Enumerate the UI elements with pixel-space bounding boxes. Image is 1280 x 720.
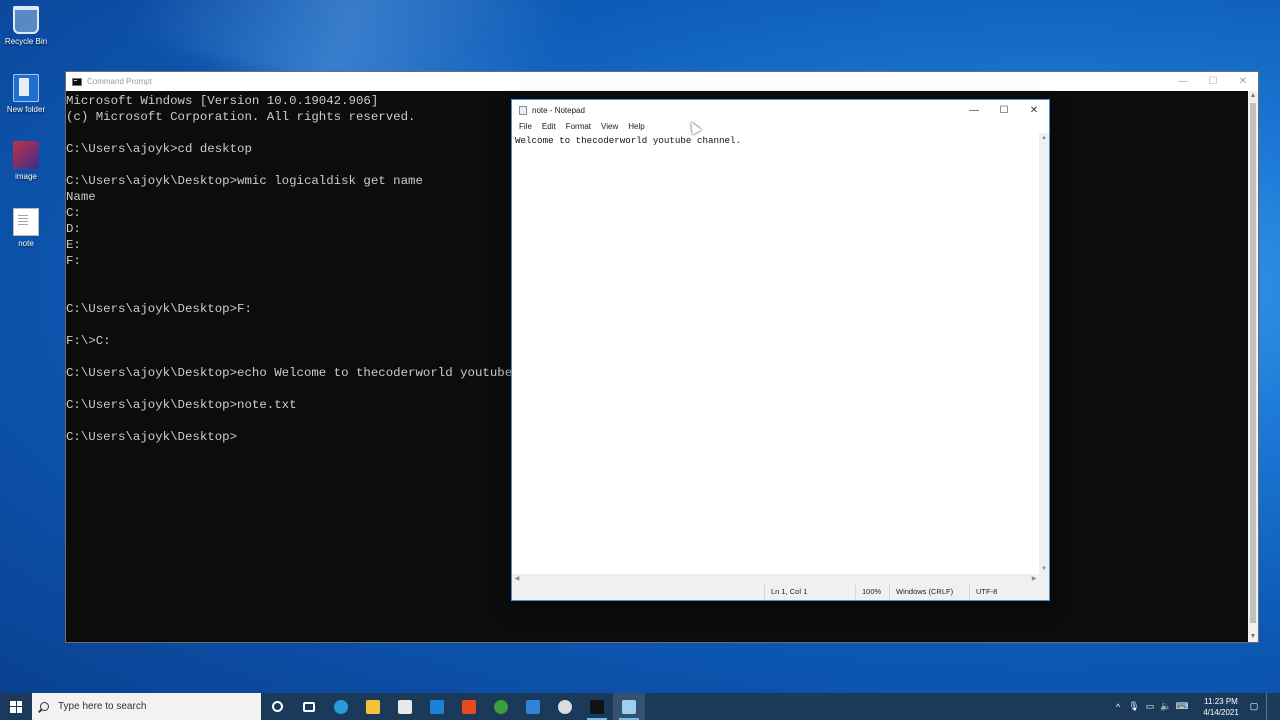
scroll-right-arrow-icon[interactable]: ▶	[1029, 574, 1039, 584]
taskbar-file-explorer-button[interactable]	[357, 693, 389, 720]
notepad-window[interactable]: note - Notepad — ☐ ✕ File Edit Format Vi…	[511, 99, 1050, 601]
scroll-left-arrow-icon[interactable]: ◀	[512, 574, 522, 584]
store-icon	[398, 699, 412, 714]
desktop-icon-label: image	[15, 172, 37, 181]
status-cursor-position: Ln 1, Col 1	[764, 584, 854, 600]
taskbar-notepad-button[interactable]	[613, 693, 645, 720]
menu-view[interactable]: View	[596, 120, 623, 133]
menu-format[interactable]: Format	[561, 120, 596, 133]
keyboard-icon[interactable]: ⌨	[1174, 701, 1190, 712]
show-desktop-button[interactable]	[1266, 693, 1280, 720]
system-tray: ^ 🎙 ▭ 🔈 ⌨ 11:23 PM 4/14/2021 ▢	[1110, 693, 1280, 720]
scroll-up-arrow-icon[interactable]: ▲	[1039, 133, 1049, 143]
status-line-ending: Windows (CRLF)	[889, 584, 969, 600]
scrollbar-corner	[1039, 574, 1049, 584]
cmd-titlebar[interactable]: Command Prompt — ☐ ✕	[66, 72, 1258, 91]
start-button[interactable]	[0, 693, 32, 720]
minimize-button[interactable]: —	[1168, 72, 1198, 91]
status-encoding: UTF-8	[969, 584, 1049, 600]
search-placeholder: Type here to search	[58, 701, 147, 712]
scroll-down-arrow-icon[interactable]: ▼	[1039, 564, 1049, 574]
clock-date: 4/14/2021	[1203, 707, 1239, 717]
desktop-icon-label: note	[18, 239, 34, 248]
cortana-icon	[271, 701, 283, 712]
notepad-horizontal-scrollbar[interactable]: ◀ ▶	[512, 574, 1039, 584]
taskbar-search-box[interactable]: Type here to search	[32, 693, 261, 720]
taskbar-chrome-button[interactable]	[485, 693, 517, 720]
recycle-bin-icon	[13, 6, 39, 34]
taskbar-office-button[interactable]	[453, 693, 485, 720]
menu-help[interactable]: Help	[623, 120, 649, 133]
taskbar-edge-button[interactable]	[325, 693, 357, 720]
status-zoom: 100%	[855, 584, 889, 600]
minimize-button[interactable]: —	[959, 100, 989, 120]
scroll-down-arrow-icon[interactable]: ▼	[1248, 632, 1258, 642]
scroll-thumb[interactable]	[1250, 103, 1256, 623]
desktop-icon-new-folder[interactable]: New folder	[4, 74, 48, 115]
taskbar-cortana-button[interactable]	[261, 693, 293, 720]
notepad-titlebar[interactable]: note - Notepad — ☐ ✕	[512, 100, 1049, 120]
desktop-icon-image[interactable]: image	[4, 141, 48, 182]
chrome-icon	[494, 699, 508, 714]
desktop-icon-label: Recycle Bin	[4, 37, 48, 46]
image-file-icon	[13, 141, 39, 169]
clock-time: 11:23 PM	[1204, 696, 1238, 706]
cmd-scrollbar[interactable]: ▲ ▼	[1248, 91, 1258, 642]
taskbar-clock[interactable]: 11:23 PM 4/14/2021	[1196, 696, 1246, 718]
chevron-up-icon[interactable]: ^	[1110, 702, 1126, 712]
desktop-icon-recycle-bin[interactable]: Recycle Bin	[4, 6, 48, 47]
mail-icon	[430, 699, 444, 714]
cmd-icon	[590, 699, 604, 714]
network-icon[interactable]: ▭	[1142, 701, 1158, 712]
taskbar-obs-button[interactable]	[549, 693, 581, 720]
desktop-icon-note[interactable]: note	[4, 208, 48, 249]
desktop-icon-label: New folder	[6, 105, 46, 114]
close-button[interactable]: ✕	[1019, 100, 1049, 120]
edge-icon	[334, 699, 348, 714]
notepad-title: note - Notepad	[532, 105, 585, 115]
taskbar-task-view-button[interactable]	[293, 693, 325, 720]
close-button[interactable]: ✕	[1228, 72, 1258, 91]
taskbar-store-button[interactable]	[389, 693, 421, 720]
cmd-app-icon	[72, 77, 82, 86]
cmd-title: Command Prompt	[87, 77, 152, 86]
maximize-button[interactable]: ☐	[1198, 72, 1228, 91]
volume-icon[interactable]: 🔈	[1158, 701, 1174, 712]
notepad-icon	[622, 699, 636, 714]
whiteboard-icon	[526, 699, 540, 714]
windows-logo-icon	[10, 700, 22, 713]
file-explorer-icon	[366, 699, 380, 714]
text-file-icon	[13, 208, 39, 236]
office-icon	[462, 699, 476, 714]
search-icon	[40, 702, 49, 711]
notepad-status-bar: Ln 1, Col 1 100% Windows (CRLF) UTF-8	[512, 584, 1049, 600]
notepad-app-icon	[519, 105, 527, 115]
notepad-vertical-scrollbar[interactable]: ▲ ▼	[1039, 133, 1049, 574]
microphone-icon[interactable]: 🎙	[1126, 701, 1142, 712]
task-view-icon	[303, 701, 315, 712]
taskbar-mail-button[interactable]	[421, 693, 453, 720]
taskbar-whiteboard-button[interactable]	[517, 693, 549, 720]
maximize-button[interactable]: ☐	[989, 100, 1019, 120]
taskbar-cmd-button[interactable]	[581, 693, 613, 720]
folder-icon	[13, 74, 39, 102]
scroll-up-arrow-icon[interactable]: ▲	[1248, 91, 1258, 101]
taskbar: Type here to search ^ 🎙 ▭ 🔈 ⌨ 11:23 PM 4…	[0, 693, 1280, 720]
obs-icon	[558, 699, 572, 714]
menu-edit[interactable]: Edit	[537, 120, 561, 133]
notepad-text-area[interactable]: Welcome to thecoderworld youtube channel…	[512, 133, 1039, 574]
menu-file[interactable]: File	[514, 120, 537, 133]
notepad-menubar: File Edit Format View Help	[512, 120, 1049, 133]
notification-icon[interactable]: ▢	[1246, 701, 1262, 712]
